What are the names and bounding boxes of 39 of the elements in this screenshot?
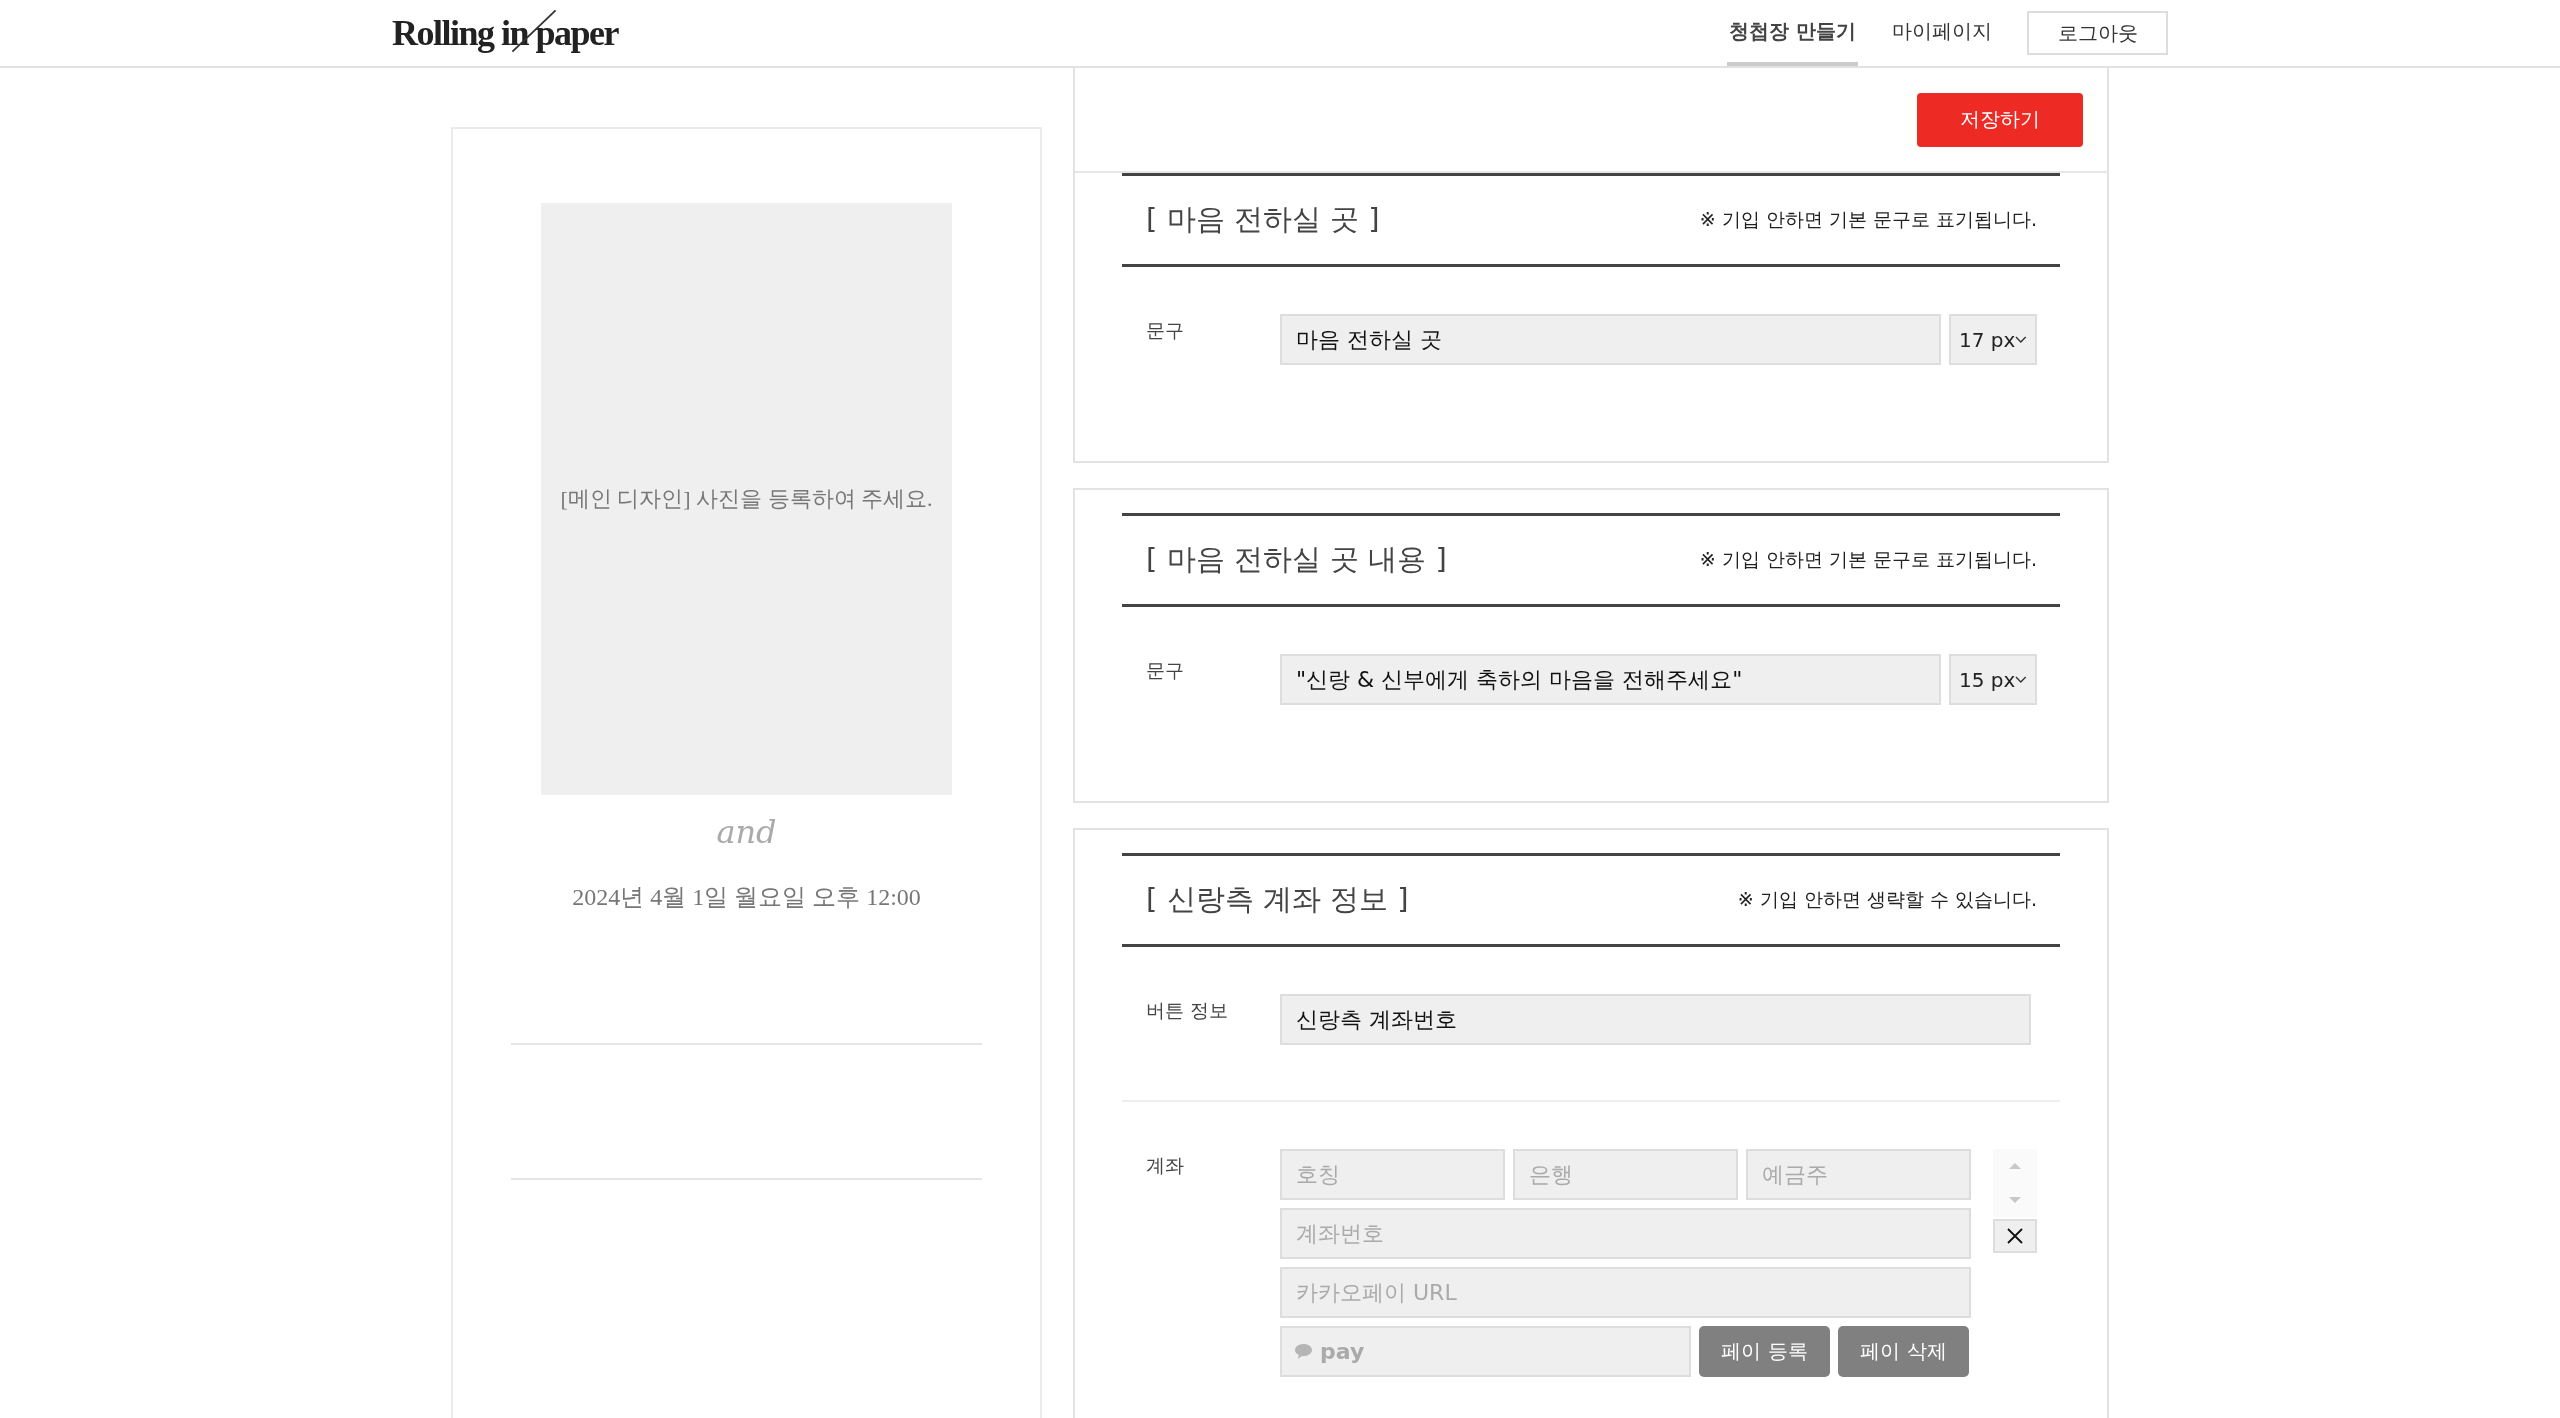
chevron-down-icon (2015, 335, 2027, 344)
text-input[interactable]: 마음 전하실 곳 (1280, 314, 1941, 365)
move-up-button[interactable] (1993, 1149, 2037, 1183)
nav-link[interactable]: 마이페이지 (1890, 0, 1994, 66)
section-title: [ 신랑측 계좌 정보 ] (1146, 881, 1409, 918)
triangle-down-icon (2008, 1196, 2022, 1204)
wedding-date: 2024년 4월 1일 월요일 오후 12:00 (572, 883, 921, 912)
pay-button[interactable]: 페이 삭제 (1838, 1326, 1969, 1377)
close-icon (2005, 1226, 2025, 1246)
nickname-input[interactable]: 호칭 (1280, 1149, 1505, 1200)
field-label: 계좌 (1146, 1153, 1185, 1178)
section-title: [ 마음 전하실 곳 ] (1146, 201, 1380, 238)
size-select[interactable]: 17 px (1949, 314, 2037, 365)
logo[interactable]: Rolling in paper (392, 12, 619, 54)
text-input[interactable]: 신랑측 계좌번호 (1280, 994, 2031, 1045)
pay-button[interactable]: 페이 등록 (1699, 1326, 1830, 1377)
section-note: ※ 기입 안하면 기본 문구로 표기됩니다. (1699, 207, 2037, 232)
section-title: [ 마음 전하실 곳 내용 ] (1146, 541, 1447, 578)
nav-link[interactable]: 청첩장 만들기 (1727, 0, 1858, 66)
account-number-input[interactable]: 계좌번호 (1280, 1208, 1971, 1259)
save-button[interactable]: 저장하기 (1917, 92, 2083, 147)
chat-bubble-icon (1294, 1343, 1313, 1360)
section-note: ※ 기입 안하면 기본 문구로 표기됩니다. (1699, 547, 2037, 572)
holder-input[interactable]: 예금주 (1746, 1149, 1971, 1200)
kakaopay-url-input[interactable]: 카카오페이 URL (1280, 1267, 1971, 1318)
field-label: 문구 (1146, 318, 1185, 343)
photo-placeholder[interactable]: [메인 디자인] 사진을 등록하여 주세요. (541, 203, 952, 795)
close-button[interactable] (1993, 1219, 2037, 1253)
field-label: 버튼 정보 (1146, 998, 1230, 1023)
bank-input[interactable]: 은행 (1513, 1149, 1738, 1200)
triangle-up-icon (2008, 1162, 2022, 1170)
chevron-down-icon (2015, 675, 2027, 684)
logout-button[interactable]: 로그아웃 (2027, 11, 2168, 55)
size-select[interactable]: 15 px (1949, 654, 2037, 705)
text-input[interactable]: "신랑 & 신부에게 축하의 마음을 전해주세요" (1280, 654, 1941, 705)
section-note: ※ 기입 안하면 생략할 수 있습니다. (1737, 887, 2037, 912)
field-label: 문구 (1146, 658, 1185, 683)
pay-input[interactable]: pay (1280, 1326, 1691, 1377)
and-text: and (716, 813, 777, 851)
